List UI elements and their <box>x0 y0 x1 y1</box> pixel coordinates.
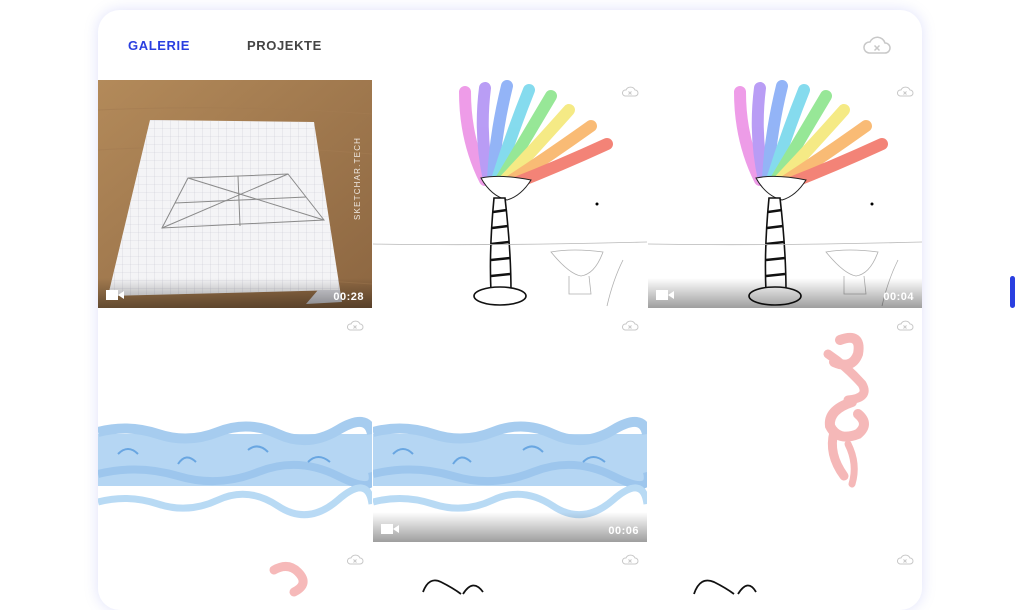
cloud-off-icon <box>896 320 914 331</box>
blue-wave-drawing <box>98 417 372 519</box>
video-overlay <box>373 512 647 542</box>
gallery-panel: GALERIE PROJEKTE SKETCHAR.TECH 00:28 00:… <box>98 10 922 610</box>
scrollbar-thumb[interactable] <box>1010 276 1015 308</box>
watermark: SKETCHAR.TECH <box>353 137 362 220</box>
cloud-off-icon[interactable] <box>862 36 892 56</box>
blue-wave-drawing <box>373 417 647 519</box>
rainbow-palm-drawing <box>648 80 922 307</box>
video-duration: 00:06 <box>608 525 639 537</box>
pink-strokes-drawing <box>269 562 308 597</box>
gallery-tile-video[interactable]: 00:06 <box>373 314 647 542</box>
pink-strokes-drawing <box>823 332 869 488</box>
tab-bar: GALERIE PROJEKTE <box>98 10 922 80</box>
cloud-off-icon <box>621 320 639 331</box>
sketch-photo: SKETCHAR.TECH <box>98 80 372 308</box>
gallery-tile-drawing[interactable] <box>373 548 647 608</box>
cloud-off-icon <box>621 554 639 565</box>
video-camera-icon <box>106 290 124 300</box>
gallery-tile-video[interactable]: SKETCHAR.TECH 00:28 <box>98 80 372 308</box>
cloud-off-icon <box>346 320 364 331</box>
video-overlay <box>648 278 922 308</box>
tab-gallery[interactable]: GALERIE <box>128 38 190 53</box>
gallery-tile-drawing[interactable] <box>648 314 922 542</box>
gallery-tile-drawing[interactable] <box>373 80 647 308</box>
gallery-tile-drawing[interactable] <box>98 548 372 608</box>
video-camera-icon <box>381 524 399 534</box>
video-overlay <box>98 278 372 308</box>
gallery-tile-drawing[interactable] <box>648 548 922 608</box>
rainbow-palm-drawing <box>373 80 647 307</box>
cloud-off-icon <box>346 554 364 565</box>
video-duration: 00:04 <box>883 291 914 303</box>
line-drawing <box>693 579 757 595</box>
gallery-tile-drawing[interactable] <box>98 314 372 542</box>
video-duration: 00:28 <box>333 291 364 303</box>
video-camera-icon <box>656 290 674 300</box>
cloud-off-icon <box>621 86 639 97</box>
gallery-tile-video[interactable]: 00:04 <box>648 80 922 308</box>
tab-projects[interactable]: PROJEKTE <box>247 38 322 53</box>
cloud-off-icon <box>896 86 914 97</box>
cloud-off-icon <box>896 554 914 565</box>
line-drawing <box>422 579 484 595</box>
